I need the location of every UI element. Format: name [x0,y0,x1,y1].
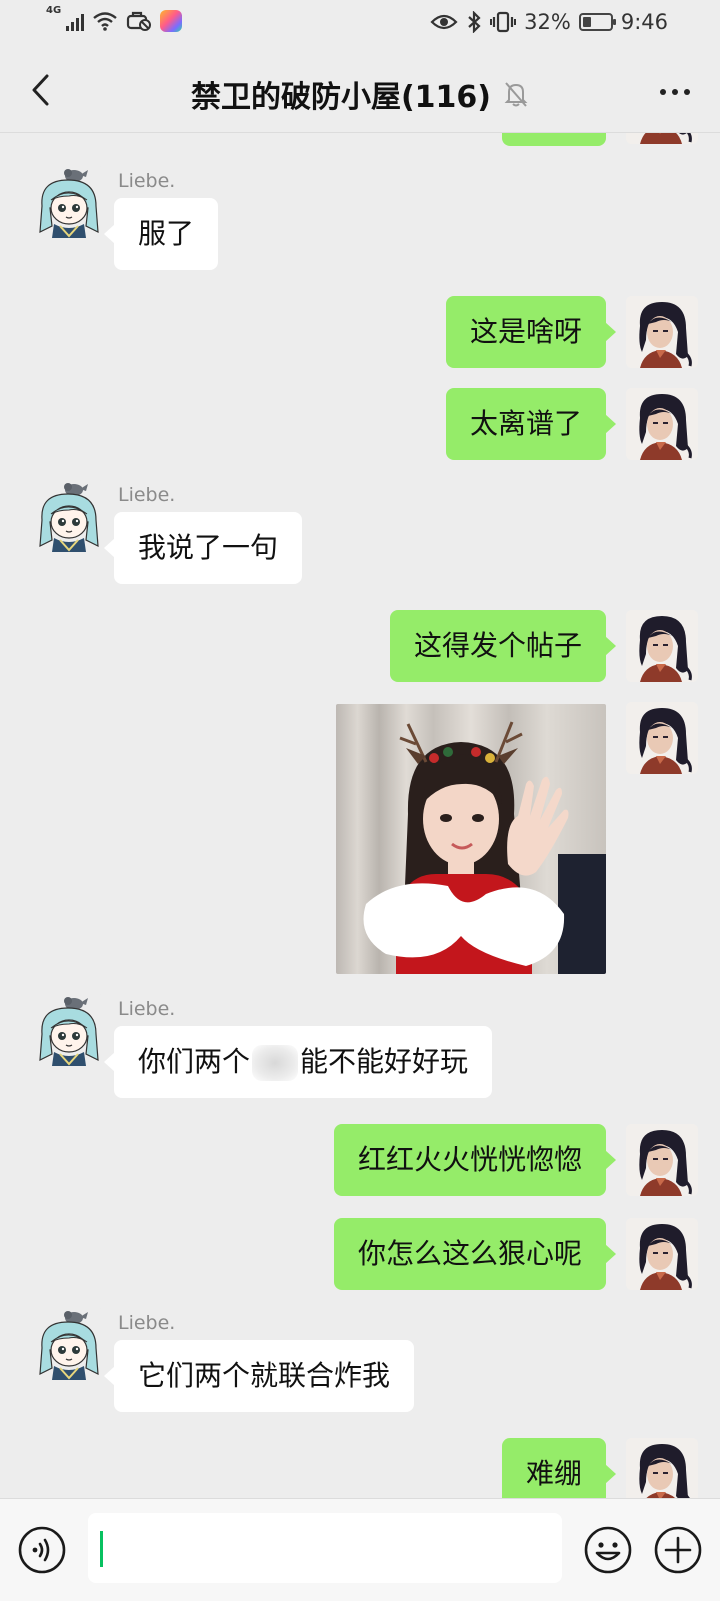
signal-icon: 4G [46,5,84,31]
network-type: 4G [46,5,62,16]
message-bubble-incoming[interactable]: 服了 [103,198,219,270]
vibrate-icon [490,11,517,33]
more-icon [660,89,666,95]
message-list[interactable]: Liebe. 服了 这是啥呀 太离谱了 Liebe. 我说了一句 这得发个帖子 [0,132,720,1498]
title-wrap: 禁卫的破防小屋(116) [0,72,720,116]
sender-name: Liebe. [118,998,176,1020]
voice-icon [18,1526,66,1574]
self-avatar[interactable] [626,1124,698,1196]
member-avatar-image [34,480,106,552]
input-bar [0,1498,720,1601]
status-bar: 4G 32% 9:46 [0,0,720,50]
more-functions-button[interactable] [652,1524,704,1576]
self-avatar-image [626,1124,698,1196]
self-avatar[interactable] [626,388,698,460]
message-bubble-outgoing[interactable] [502,132,606,146]
message-bubble-outgoing[interactable]: 这是啥呀 [445,296,617,368]
emoji-icon [584,1526,632,1574]
chat-header: 禁卫的破防小屋(116) [0,50,720,133]
more-icon-dot [684,89,690,95]
self-avatar-image [626,610,698,682]
member-avatar[interactable] [34,994,106,1066]
photo-girl-waving [336,704,606,974]
member-avatar[interactable] [34,166,106,238]
self-avatar-image [626,296,698,368]
battery-percent: 32% [524,10,571,34]
voice-button[interactable] [16,1524,68,1576]
self-avatar-image [626,702,698,774]
message-bubble-outgoing[interactable]: 这得发个帖子 [389,610,617,682]
sender-name: Liebe. [118,1312,176,1334]
self-avatar[interactable] [626,1438,698,1498]
wifi-icon [93,12,117,31]
bluetooth-icon [468,11,481,33]
member-avatar[interactable] [34,480,106,552]
message-bubble-incoming[interactable]: 我说了一句 [103,512,303,584]
message-bubble-outgoing[interactable]: 红红火火恍恍惚惚 [333,1124,617,1196]
battery-fill [582,17,591,27]
member-avatar-image [34,994,106,1066]
mute-bell-icon [504,82,528,107]
self-avatar-image [626,132,698,144]
message-bubble-incoming[interactable]: 它们两个就联合炸我 [103,1340,415,1412]
emoji-button[interactable] [582,1524,634,1576]
member-avatar-image [34,1308,106,1380]
app-icon [160,10,182,32]
message-text-part: 你们两个 [138,1045,251,1078]
message-input[interactable] [88,1513,562,1583]
self-avatar[interactable] [626,296,698,368]
redacted-blur [252,1045,299,1081]
message-bubble-outgoing[interactable]: 你怎么这么狠心呢 [333,1218,617,1290]
more-icon-dot [672,89,678,95]
message-bubble-outgoing[interactable]: 太离谱了 [445,388,617,460]
self-avatar-image [626,1438,698,1498]
member-avatar[interactable] [34,1308,106,1380]
image-message[interactable] [336,704,606,974]
member-avatar-image [34,166,106,238]
status-right: 32% 9:46 [430,10,668,34]
self-avatar[interactable] [626,1218,698,1290]
self-avatar[interactable] [626,702,698,774]
status-left: 4G [46,5,182,32]
self-avatar-image [626,1218,698,1290]
more-button[interactable] [650,72,700,112]
self-avatar-image [626,388,698,460]
message-bubble-incoming[interactable]: 你们两个 能不能好好玩 [103,1026,493,1098]
clock: 9:46 [620,10,668,34]
sender-name: Liebe. [118,170,176,192]
eye-icon [430,14,458,30]
chat-title: 禁卫的破防小屋(116) [190,80,492,115]
sender-name: Liebe. [118,484,176,506]
battery-icon [578,13,616,31]
plus-icon [654,1526,702,1574]
vpn-icon [126,11,151,31]
self-avatar[interactable] [626,610,698,682]
self-avatar[interactable] [626,132,698,144]
message-text-part: 能不能好好玩 [300,1045,469,1078]
text-caret [100,1531,103,1567]
message-bubble-outgoing[interactable]: 难绷 [501,1438,617,1498]
